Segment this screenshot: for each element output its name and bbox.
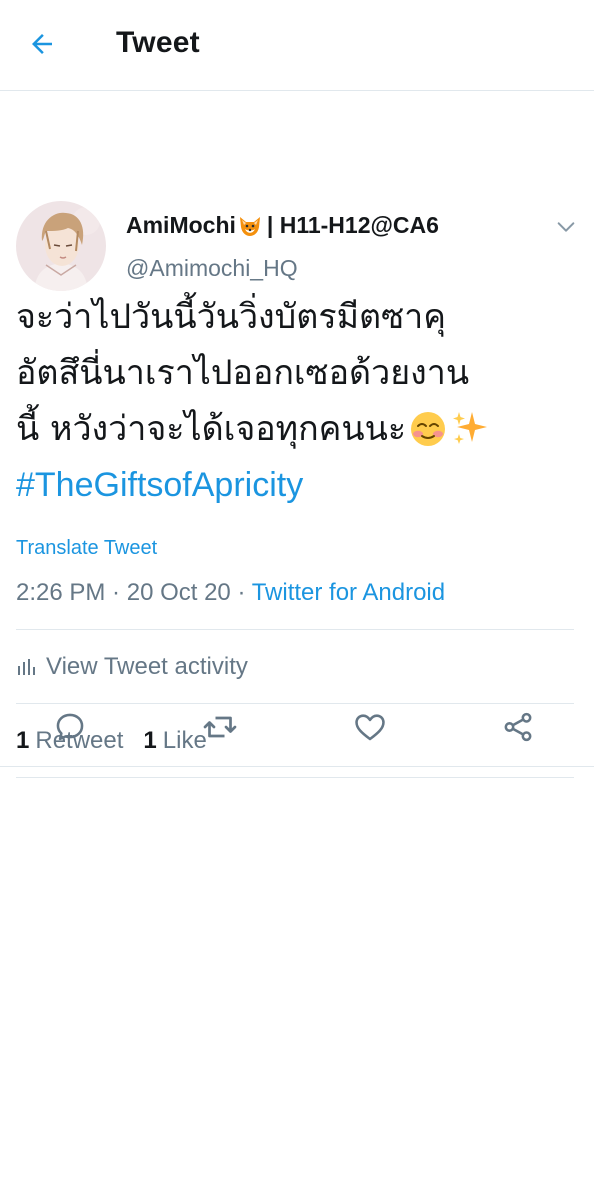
- divider: [16, 629, 574, 630]
- author-name-suffix: | H11-H12@CA6: [266, 212, 439, 238]
- top-app-bar: Tweet: [0, 0, 594, 91]
- sparkles-icon: [450, 408, 490, 448]
- share-button[interactable]: [498, 707, 538, 747]
- divider: [16, 777, 574, 778]
- separator: ·: [105, 579, 127, 606]
- tweet-text-line: นี้ หวังว่าจะได้เจอทุกคนนะ: [16, 409, 407, 449]
- avatar-illustration: [16, 201, 106, 291]
- bar-chart-icon: [18, 659, 35, 675]
- tweet-source-link[interactable]: Twitter for Android: [252, 579, 445, 606]
- arrow-left-icon: [32, 34, 52, 54]
- tweet-date: 20 Oct 20: [126, 579, 231, 606]
- tweet-text-line: จะว่าไปวันนี้วันวิ่งบัตรมีตซาคุ: [16, 297, 446, 337]
- avatar[interactable]: [16, 201, 106, 291]
- retweet-button[interactable]: [200, 707, 240, 747]
- separator: ·: [230, 579, 252, 606]
- tweet-metadata: 2:26 PM · 20 Oct 20 · Twitter for Androi…: [16, 579, 445, 607]
- retweet-icon: [203, 716, 237, 738]
- hashtag-link[interactable]: #TheGiftsofApricity: [16, 466, 303, 504]
- tweet-body: จะว่าไปวันนี้วันวิ่งบัตรมีตซาคุ อัตสึนี่…: [16, 289, 576, 513]
- like-button[interactable]: [350, 707, 390, 747]
- page-title: Tweet: [116, 26, 200, 59]
- tweet-text-line: อัตสึนี่นาเราไปออกเซอด้วยงาน: [16, 353, 470, 393]
- reply-icon: [56, 713, 84, 741]
- tweet-time: 2:26 PM: [16, 579, 106, 606]
- share-icon: [504, 712, 532, 742]
- author-name[interactable]: AmiMochi | H11-H12@CA6: [126, 212, 439, 239]
- author-display-name: AmiMochi: [126, 212, 236, 238]
- tweet-text-line-with-emoji: นี้ หวังว่าจะได้เจอทุกคนนะ: [16, 401, 576, 457]
- view-tweet-activity-button[interactable]: View Tweet activity: [16, 653, 248, 681]
- chevron-down-icon: [557, 222, 575, 232]
- smiling-face-icon: [408, 408, 448, 448]
- heart-icon: [355, 714, 385, 741]
- author-handle[interactable]: @Amimochi_HQ: [126, 255, 298, 282]
- fox-face-icon: [237, 213, 263, 239]
- activity-label: View Tweet activity: [46, 653, 248, 680]
- translate-tweet-link[interactable]: Translate Tweet: [16, 537, 157, 560]
- reply-button[interactable]: [50, 707, 90, 747]
- tweet-action-bar: [0, 688, 594, 767]
- back-button[interactable]: [22, 24, 62, 64]
- tweet-options-button[interactable]: [552, 213, 580, 241]
